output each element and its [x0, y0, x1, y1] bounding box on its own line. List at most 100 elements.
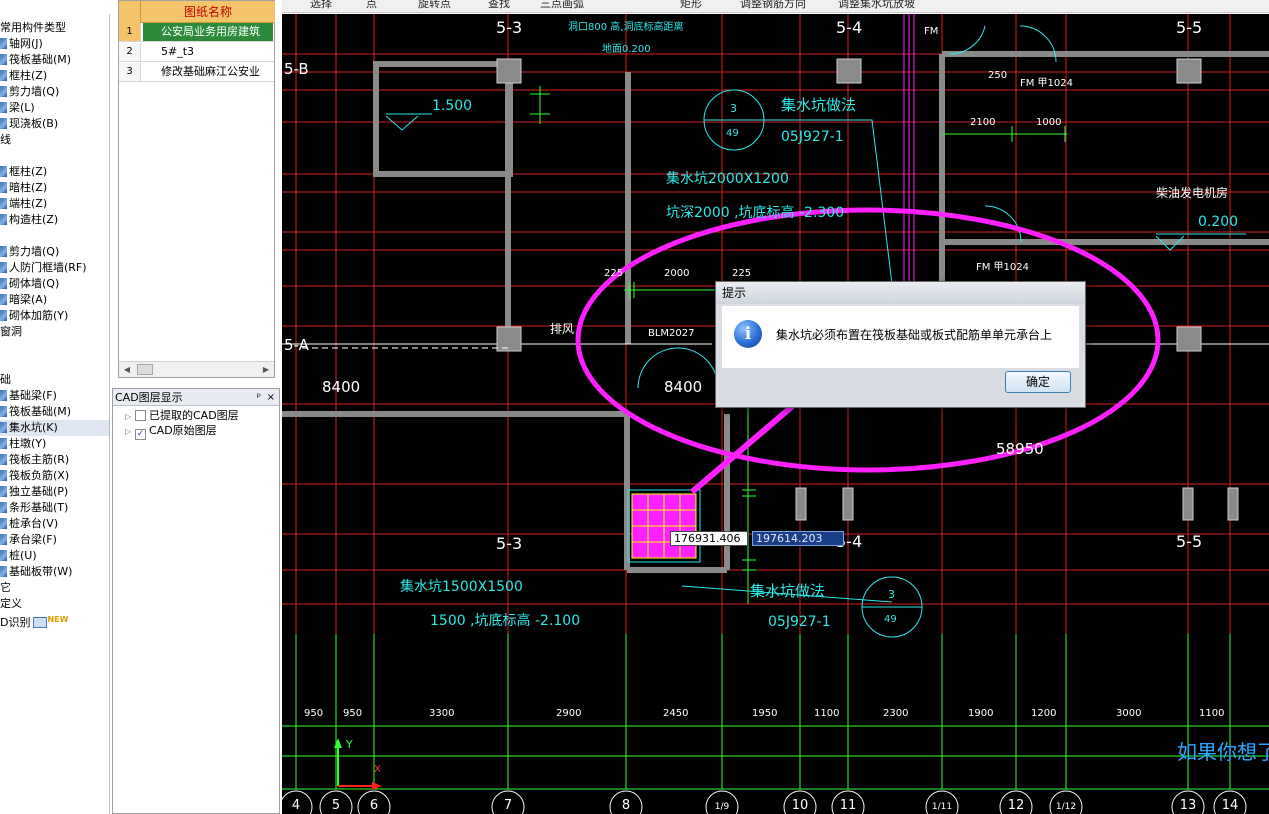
tree-item[interactable]: 基础板带(W) [0, 564, 109, 580]
drawing-row[interactable]: 3 修改基础麻江公安业 [119, 63, 274, 82]
axis-bubble-label: 1/12 [1055, 802, 1077, 812]
tree-item[interactable]: 砌体墙(Q) [0, 276, 109, 292]
component-icon [0, 566, 7, 577]
tree-item[interactable]: 筏板基础(M) [0, 52, 109, 68]
close-icon[interactable]: × [267, 389, 275, 406]
tree-item[interactable]: 筏板负筋(X) [0, 468, 109, 484]
scroll-right-icon[interactable]: ▶ [260, 364, 272, 375]
tree-item[interactable]: 筏板主筋(R) [0, 452, 109, 468]
rect-tool[interactable]: 矩形 [680, 0, 702, 11]
coord-y-input[interactable]: 197614.203 [752, 531, 844, 546]
tree-item[interactable]: 承台梁(F) [0, 532, 109, 548]
layer-row-extracted[interactable]: ▷ 已提取的CAD图层 [125, 408, 239, 423]
tree-item[interactable]: 构造柱(Z) [0, 212, 109, 228]
horizontal-scrollbar[interactable]: ◀ ▶ [119, 361, 274, 377]
tree-item[interactable]: D识别 NEW [0, 612, 109, 629]
rotate-point-tool[interactable]: 旋转点 [418, 0, 451, 11]
tree-item[interactable]: 筏板基础(M) [0, 404, 109, 420]
tree-item[interactable]: 轴网(J) [0, 36, 109, 52]
tree-item[interactable]: 定义 [0, 596, 109, 612]
tree-item-label: 筏板基础(M) [9, 405, 72, 418]
drawing-list-header[interactable]: 图纸名称 [141, 1, 275, 23]
circle-den: 49 [884, 614, 897, 625]
component-icon [0, 166, 7, 177]
pin-icon[interactable]: ᵖ [257, 389, 261, 406]
checkbox-original[interactable]: ✓ [135, 429, 146, 440]
tree-item[interactable]: 窗洞 [0, 324, 109, 340]
tree-item[interactable]: 暗柱(Z) [0, 180, 109, 196]
tree-item[interactable]: 常用构件类型 [0, 20, 109, 36]
tree-item-label: 剪力墙(Q) [9, 85, 60, 98]
tree-item-label: 梁(L) [9, 101, 35, 114]
adjust-rebar-direction-button[interactable]: 调整钢筋方向 [740, 0, 806, 11]
expand-icon[interactable]: ▷ [125, 424, 135, 439]
ucs-y-label: Y [346, 738, 353, 751]
tree-item[interactable]: 剪力墙(Q) [0, 244, 109, 260]
drawing-name[interactable]: 修改基础麻江公安业 [143, 63, 273, 81]
component-icon [0, 262, 7, 273]
tree-item[interactable]: 它 [0, 580, 109, 596]
layer-row-original[interactable]: ▷ ✓ CAD原始图层 [125, 423, 217, 440]
bottom-dim-label: 1100 [814, 708, 840, 719]
tree-item[interactable]: 集水坑(K) [0, 420, 109, 436]
drawing-row[interactable]: 1 公安局业务用房建筑 [119, 23, 274, 42]
coord-x-input[interactable]: 176931.406 [670, 531, 748, 546]
tree-item[interactable]: 剪力墙(Q) [0, 84, 109, 100]
tree-item[interactable]: 桩(U) [0, 548, 109, 564]
dim-text: 225 [732, 268, 752, 279]
bottom-dim-label: 3000 [1116, 708, 1142, 719]
scroll-left-icon[interactable]: ◀ [121, 364, 133, 375]
tree-item[interactable]: 础 [0, 372, 109, 388]
axis-label-top: 5-5 [1176, 18, 1203, 37]
app-window: 选择 点 旋转点 查找 三点画弧 矩形 调整钢筋方向 调整集水坑放坡 常用构件类… [0, 0, 1269, 814]
tree-item[interactable]: 现浇板(B) [0, 116, 109, 132]
axis-bubble-label: 10 [791, 798, 809, 813]
drawing-name[interactable]: 5#_t3 [143, 43, 273, 61]
bottom-dim-label: 1950 [752, 708, 778, 719]
prompt-dialog: 提示 i 集水坑必须布置在筏板基础或板式配筋单单元承台上 确定 [715, 281, 1086, 408]
component-icon [0, 518, 7, 529]
tree-item[interactable]: 框柱(Z) [0, 68, 109, 84]
drawing-row[interactable]: 2 5#_t3 [119, 43, 274, 62]
dim-text: 225 [604, 268, 624, 279]
scroll-thumb[interactable] [137, 364, 153, 375]
info-icon: i [734, 320, 762, 348]
detail-title: 集水坑做法 [781, 96, 857, 114]
component-icon [0, 118, 7, 129]
ok-button[interactable]: 确定 [1005, 371, 1071, 393]
component-icon [0, 550, 7, 561]
checkbox-extracted[interactable] [135, 410, 146, 421]
component-icon [0, 454, 7, 465]
tree-item[interactable]: 独立基础(P) [0, 484, 109, 500]
component-icon [0, 198, 7, 209]
tree-item-label: 它 [0, 581, 11, 594]
dialog-message: 集水坑必须布置在筏板基础或板式配筋单单元承台上 [776, 328, 1053, 342]
axis-bubble-label: 12 [1007, 798, 1025, 813]
drawing-toolbar: 选择 点 旋转点 查找 三点画弧 矩形 调整钢筋方向 调整集水坑放坡 [282, 0, 1269, 13]
row-label: 5-B [284, 60, 309, 78]
layer-label: 已提取的CAD图层 [149, 409, 239, 422]
tree-item[interactable]: 线 [0, 132, 109, 148]
tree-item[interactable]: 桩承台(V) [0, 516, 109, 532]
tree-item[interactable]: 框柱(Z) [0, 164, 109, 180]
tree-item[interactable]: 砌体加筋(Y) [0, 308, 109, 324]
axis-label-top: 5-3 [496, 18, 523, 37]
adjust-pit-slope-button[interactable]: 调整集水坑放坡 [838, 0, 915, 11]
tree-item[interactable]: 基础梁(F) [0, 388, 109, 404]
select-tool[interactable]: 选择 [310, 0, 332, 11]
bottom-dim-label: 950 [343, 708, 363, 719]
tree-item[interactable]: 暗梁(A) [0, 292, 109, 308]
tree-item[interactable]: 梁(L) [0, 100, 109, 116]
point-tool[interactable]: 点 [366, 0, 377, 11]
axis-label-top: 5-4 [836, 18, 863, 37]
expand-icon[interactable]: ▷ [125, 409, 135, 424]
arc-tool[interactable]: 三点画弧 [540, 0, 584, 11]
tree-item-label: 暗梁(A) [9, 293, 48, 306]
tree-item[interactable]: 端柱(Z) [0, 196, 109, 212]
find-tool[interactable]: 查找 [488, 0, 510, 11]
tree-item[interactable]: 柱墩(Y) [0, 436, 109, 452]
tree-item[interactable]: 条形基础(T) [0, 500, 109, 516]
tree-item[interactable]: 人防门框墙(RF) [0, 260, 109, 276]
drawing-name[interactable]: 公安局业务用房建筑 [143, 23, 273, 41]
cad-canvas[interactable]: 5-3 5-4 5-5 5-B 5-A 洞口800 高,洞底标高距离 地面0.2… [282, 14, 1269, 814]
